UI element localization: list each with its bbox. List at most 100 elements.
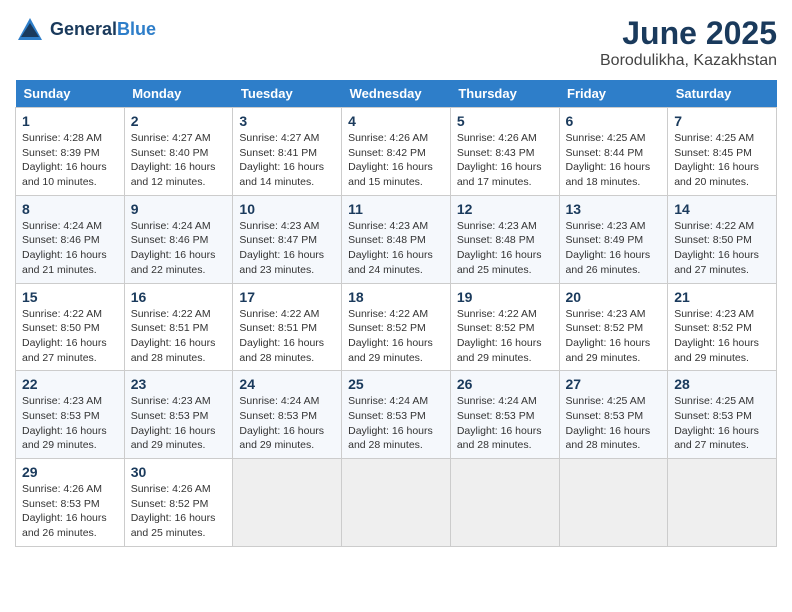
weekday-header-saturday: Saturday	[668, 80, 777, 108]
day-number: 4	[348, 113, 444, 129]
week-row-3: 15 Sunrise: 4:22 AM Sunset: 8:50 PM Dayli…	[16, 283, 777, 371]
day-number: 6	[566, 113, 662, 129]
day-cell	[450, 459, 559, 547]
day-cell: 21Sunrise: 4:23 AM Sunset: 8:52 PM Dayli…	[668, 283, 777, 371]
day-info: Sunrise: 4:23 AM Sunset: 8:53 PM Dayligh…	[22, 394, 118, 453]
day-info: Sunrise: 4:26 AM Sunset: 8:42 PM Dayligh…	[348, 131, 444, 190]
day-info: Sunrise: 4:26 AM Sunset: 8:43 PM Dayligh…	[457, 131, 553, 190]
day-info: Sunrise: 4:24 AM Sunset: 8:46 PM Dayligh…	[22, 219, 118, 278]
day-cell: 25 Sunrise: 4:24 AM Sunset: 8:53 PM Dayli…	[342, 371, 451, 459]
day-number: 3	[239, 113, 335, 129]
day-info: Sunrise: 4:24 AM Sunset: 8:46 PM Dayligh…	[131, 219, 227, 278]
day-cell	[233, 459, 342, 547]
day-cell: 20 Sunrise: 4:23 AM Sunset: 8:52 PM Dayli…	[559, 283, 668, 371]
day-cell	[668, 459, 777, 547]
day-cell: 28 Sunrise: 4:25 AM Sunset: 8:53 PM Dayli…	[668, 371, 777, 459]
weekday-header-wednesday: Wednesday	[342, 80, 451, 108]
day-number: 8	[22, 201, 118, 217]
day-number: 21	[674, 289, 770, 305]
day-cell: 16 Sunrise: 4:22 AM Sunset: 8:51 PM Dayli…	[124, 283, 233, 371]
day-number: 7	[674, 113, 770, 129]
day-info: Sunrise: 4:22 AM Sunset: 8:52 PM Dayligh…	[348, 307, 444, 366]
day-info: Sunrise: 4:23 AM Sunset: 8:48 PM Dayligh…	[348, 219, 444, 278]
day-info: Sunrise: 4:28 AM Sunset: 8:39 PM Dayligh…	[22, 131, 118, 190]
day-number: 25	[348, 376, 444, 392]
day-info: Sunrise: 4:23 AM Sunset: 8:49 PM Dayligh…	[566, 219, 662, 278]
logo-text: GeneralBlue	[50, 19, 156, 41]
day-cell: 12Sunrise: 4:23 AM Sunset: 8:48 PM Dayli…	[450, 195, 559, 283]
day-info: Sunrise: 4:24 AM Sunset: 8:53 PM Dayligh…	[348, 394, 444, 453]
month-title: June 2025	[600, 15, 777, 52]
day-number: 26	[457, 376, 553, 392]
day-cell: 6 Sunrise: 4:25 AM Sunset: 8:44 PM Daylig…	[559, 108, 668, 196]
day-cell: 11 Sunrise: 4:23 AM Sunset: 8:48 PM Dayli…	[342, 195, 451, 283]
weekday-header-row: SundayMondayTuesdayWednesdayThursdayFrid…	[16, 80, 777, 108]
day-cell: 22 Sunrise: 4:23 AM Sunset: 8:53 PM Dayli…	[16, 371, 125, 459]
day-info: Sunrise: 4:25 AM Sunset: 8:53 PM Dayligh…	[674, 394, 770, 453]
day-cell: 15 Sunrise: 4:22 AM Sunset: 8:50 PM Dayli…	[16, 283, 125, 371]
day-number: 22	[22, 376, 118, 392]
logo-icon	[15, 15, 45, 45]
day-number: 20	[566, 289, 662, 305]
day-cell: 3Sunrise: 4:27 AM Sunset: 8:41 PM Daylig…	[233, 108, 342, 196]
day-number: 17	[239, 289, 335, 305]
calendar-table: SundayMondayTuesdayWednesdayThursdayFrid…	[15, 80, 777, 547]
day-number: 24	[239, 376, 335, 392]
week-row-1: 1 Sunrise: 4:28 AM Sunset: 8:39 PM Daylig…	[16, 108, 777, 196]
day-number: 23	[131, 376, 227, 392]
week-row-2: 8 Sunrise: 4:24 AM Sunset: 8:46 PM Daylig…	[16, 195, 777, 283]
day-cell: 24Sunrise: 4:24 AM Sunset: 8:53 PM Dayli…	[233, 371, 342, 459]
day-info: Sunrise: 4:23 AM Sunset: 8:52 PM Dayligh…	[566, 307, 662, 366]
day-number: 9	[131, 201, 227, 217]
day-info: Sunrise: 4:23 AM Sunset: 8:53 PM Dayligh…	[131, 394, 227, 453]
day-cell: 18 Sunrise: 4:22 AM Sunset: 8:52 PM Dayli…	[342, 283, 451, 371]
day-cell: 1 Sunrise: 4:28 AM Sunset: 8:39 PM Daylig…	[16, 108, 125, 196]
title-block: June 2025 Borodulikha, Kazakhstan	[600, 15, 777, 70]
day-info: Sunrise: 4:26 AM Sunset: 8:52 PM Dayligh…	[131, 482, 227, 541]
day-number: 18	[348, 289, 444, 305]
day-cell: 14 Sunrise: 4:22 AM Sunset: 8:50 PM Dayli…	[668, 195, 777, 283]
day-info: Sunrise: 4:23 AM Sunset: 8:47 PM Dayligh…	[239, 219, 335, 278]
day-number: 28	[674, 376, 770, 392]
day-cell: 26 Sunrise: 4:24 AM Sunset: 8:53 PM Dayli…	[450, 371, 559, 459]
weekday-header-friday: Friday	[559, 80, 668, 108]
day-number: 11	[348, 201, 444, 217]
day-number: 15	[22, 289, 118, 305]
day-cell	[559, 459, 668, 547]
day-cell: 7 Sunrise: 4:25 AM Sunset: 8:45 PM Daylig…	[668, 108, 777, 196]
day-cell: 13Sunrise: 4:23 AM Sunset: 8:49 PM Dayli…	[559, 195, 668, 283]
day-number: 10	[239, 201, 335, 217]
day-number: 1	[22, 113, 118, 129]
page-header: GeneralBlue June 2025 Borodulikha, Kazak…	[15, 15, 777, 70]
day-number: 19	[457, 289, 553, 305]
day-number: 5	[457, 113, 553, 129]
day-info: Sunrise: 4:22 AM Sunset: 8:51 PM Dayligh…	[131, 307, 227, 366]
day-number: 14	[674, 201, 770, 217]
day-info: Sunrise: 4:26 AM Sunset: 8:53 PM Dayligh…	[22, 482, 118, 541]
day-info: Sunrise: 4:27 AM Sunset: 8:40 PM Dayligh…	[131, 131, 227, 190]
logo: GeneralBlue	[15, 15, 156, 45]
week-row-4: 22 Sunrise: 4:23 AM Sunset: 8:53 PM Dayli…	[16, 371, 777, 459]
day-info: Sunrise: 4:25 AM Sunset: 8:53 PM Dayligh…	[566, 394, 662, 453]
weekday-header-sunday: Sunday	[16, 80, 125, 108]
day-number: 29	[22, 464, 118, 480]
weekday-header-monday: Monday	[124, 80, 233, 108]
day-info: Sunrise: 4:22 AM Sunset: 8:50 PM Dayligh…	[674, 219, 770, 278]
day-info: Sunrise: 4:22 AM Sunset: 8:50 PM Dayligh…	[22, 307, 118, 366]
day-cell: 4 Sunrise: 4:26 AM Sunset: 8:42 PM Daylig…	[342, 108, 451, 196]
day-number: 16	[131, 289, 227, 305]
day-cell: 27Sunrise: 4:25 AM Sunset: 8:53 PM Dayli…	[559, 371, 668, 459]
day-info: Sunrise: 4:24 AM Sunset: 8:53 PM Dayligh…	[457, 394, 553, 453]
day-cell	[342, 459, 451, 547]
day-number: 30	[131, 464, 227, 480]
weekday-header-tuesday: Tuesday	[233, 80, 342, 108]
day-cell: 8 Sunrise: 4:24 AM Sunset: 8:46 PM Daylig…	[16, 195, 125, 283]
day-cell: 5 Sunrise: 4:26 AM Sunset: 8:43 PM Daylig…	[450, 108, 559, 196]
day-info: Sunrise: 4:25 AM Sunset: 8:45 PM Dayligh…	[674, 131, 770, 190]
day-cell: 30 Sunrise: 4:26 AM Sunset: 8:52 PM Dayli…	[124, 459, 233, 547]
day-cell: 19Sunrise: 4:22 AM Sunset: 8:52 PM Dayli…	[450, 283, 559, 371]
day-info: Sunrise: 4:25 AM Sunset: 8:44 PM Dayligh…	[566, 131, 662, 190]
location-title: Borodulikha, Kazakhstan	[600, 52, 777, 70]
weekday-header-thursday: Thursday	[450, 80, 559, 108]
day-number: 12	[457, 201, 553, 217]
